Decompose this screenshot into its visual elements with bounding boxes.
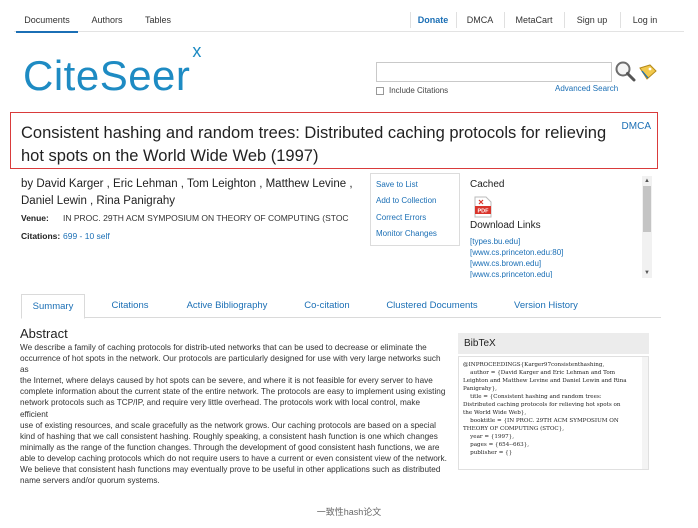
logo-sup: x <box>192 41 202 61</box>
tab-citations[interactable]: Citations <box>99 294 161 318</box>
top-nav: Documents Authors Tables Donate DMCA Met… <box>14 8 684 33</box>
abstract-text: We describe a family of caching protocol… <box>20 342 448 486</box>
image-caption: 一致性hash论文 <box>316 507 382 517</box>
abstract-line: occurrence of hot spots in the network. … <box>20 354 441 375</box>
nav-divider <box>504 12 505 28</box>
monitor-changes-link[interactable]: Monitor Changes <box>376 229 437 238</box>
scroll-down-arrow-icon[interactable]: ▼ <box>644 270 650 276</box>
download-link[interactable]: [www.cs.princeton.edu] <box>470 269 640 278</box>
title-dmca-link[interactable]: DMCA <box>622 121 651 132</box>
nav-dmca[interactable]: DMCA <box>458 8 502 32</box>
nav-login[interactable]: Log in <box>622 8 668 32</box>
scroll-up-arrow-icon[interactable]: ▲ <box>644 178 650 184</box>
abstract-line: the Internet, where delays caused by hot… <box>20 376 433 386</box>
tab-clustered-documents[interactable]: Clustered Documents <box>378 294 486 318</box>
venue-label: Venue: <box>21 213 49 223</box>
save-to-list-link[interactable]: Save to List <box>376 180 418 189</box>
svg-text:PDF: PDF <box>478 209 490 215</box>
nav-signup[interactable]: Sign up <box>566 8 618 32</box>
search-icon[interactable] <box>614 60 636 82</box>
paper-actions-panel: Save to List Add to Collection Correct E… <box>370 173 460 246</box>
tab-co-citation[interactable]: Co-citation <box>293 294 361 318</box>
citeseer-logo[interactable]: CiteSeerx <box>23 41 202 100</box>
nav-tables[interactable]: Tables <box>136 8 180 32</box>
tab-version-history[interactable]: Version History <box>503 294 589 318</box>
bibtex-scrollbar[interactable] <box>642 357 648 469</box>
downloads-scrollbar[interactable]: ▲ ▼ <box>642 176 652 278</box>
paper-title-box: Consistent hashing and random trees: Dis… <box>10 112 658 169</box>
abstract-heading: Abstract <box>20 326 68 341</box>
nav-divider <box>410 12 411 28</box>
bibtex-heading: BibTeX <box>458 333 649 354</box>
nav-metacart[interactable]: MetaCart <box>506 8 562 32</box>
tab-summary[interactable]: Summary <box>21 294 85 319</box>
download-links-title: Download Links <box>470 220 541 231</box>
venue-value: IN PROC. 29TH ACM SYMPOSIUM ON THEORY OF… <box>63 213 349 223</box>
nav-divider <box>564 12 565 28</box>
nav-donate[interactable]: Donate <box>412 8 454 32</box>
download-links-list: [types.bu.edu] [www.cs.princeton.edu:80]… <box>470 236 640 278</box>
include-citations-label: Include Citations <box>389 86 449 95</box>
abstract-line: kind of hashing that we call consistent … <box>20 431 438 441</box>
metacart-tag-icon[interactable] <box>638 62 658 82</box>
bibtex-text: @INPROCEEDINGS{Karger97consistenthashing… <box>463 362 627 456</box>
venue-row: Venue: IN PROC. 29TH ACM SYMPOSIUM ON TH… <box>21 213 349 223</box>
download-link[interactable]: [www.cs.princeton.edu:80] <box>470 247 640 258</box>
scrollbar-thumb[interactable] <box>643 186 651 232</box>
abstract-line: minimally as the range of the function c… <box>20 442 440 452</box>
advanced-search-link[interactable]: Advanced Search <box>555 84 618 93</box>
paper-authors: by David Karger , Eric Lehman , Tom Leig… <box>21 176 361 210</box>
abstract-line: complete information about the current s… <box>20 387 446 397</box>
abstract-line: use of existing resources, and scale gra… <box>20 420 436 430</box>
bibtex-box[interactable]: @INPROCEEDINGS{Karger97consistenthashing… <box>458 356 649 470</box>
logo-text: CiteSeer <box>23 52 191 99</box>
citations-row: Citations: 699 - 10 self <box>21 231 110 241</box>
citations-count-link[interactable]: 699 - 10 self <box>63 231 110 241</box>
authors-line[interactable]: Daniel Lewin , Rina Panigrahy <box>21 193 361 210</box>
citations-label: Citations: <box>21 231 61 241</box>
include-citations-option[interactable]: Include Citations <box>376 86 448 95</box>
add-to-collection-link[interactable]: Add to Collection <box>376 196 436 205</box>
pdf-icon[interactable]: PDF <box>474 196 492 218</box>
abstract-line: network protocols such as TCP/IP, and re… <box>20 398 421 419</box>
nav-divider <box>456 12 457 28</box>
download-link[interactable]: [types.bu.edu] <box>470 236 640 247</box>
abstract-line: name servers and/or quorum systems. <box>20 476 160 486</box>
paper-tabs: Summary Citations Active Bibliography Co… <box>21 294 661 319</box>
authors-line[interactable]: by David Karger , Eric Lehman , Tom Leig… <box>21 176 361 193</box>
nav-divider <box>620 12 621 28</box>
search-input[interactable] <box>376 62 612 82</box>
include-citations-checkbox[interactable] <box>376 86 384 95</box>
abstract-line: able to develop caching protocols which … <box>20 453 447 463</box>
cached-label: Cached <box>470 179 505 190</box>
abstract-line: We believe that consistent hash function… <box>20 465 441 475</box>
correct-errors-link[interactable]: Correct Errors <box>376 213 426 222</box>
download-link[interactable]: [www.cs.brown.edu] <box>470 258 640 269</box>
nav-authors[interactable]: Authors <box>82 8 132 32</box>
paper-title: Consistent hashing and random trees: Dis… <box>21 124 607 165</box>
tab-active-bibliography[interactable]: Active Bibliography <box>179 294 275 318</box>
nav-documents[interactable]: Documents <box>16 8 78 33</box>
abstract-line: We describe a family of caching protocol… <box>20 343 427 352</box>
